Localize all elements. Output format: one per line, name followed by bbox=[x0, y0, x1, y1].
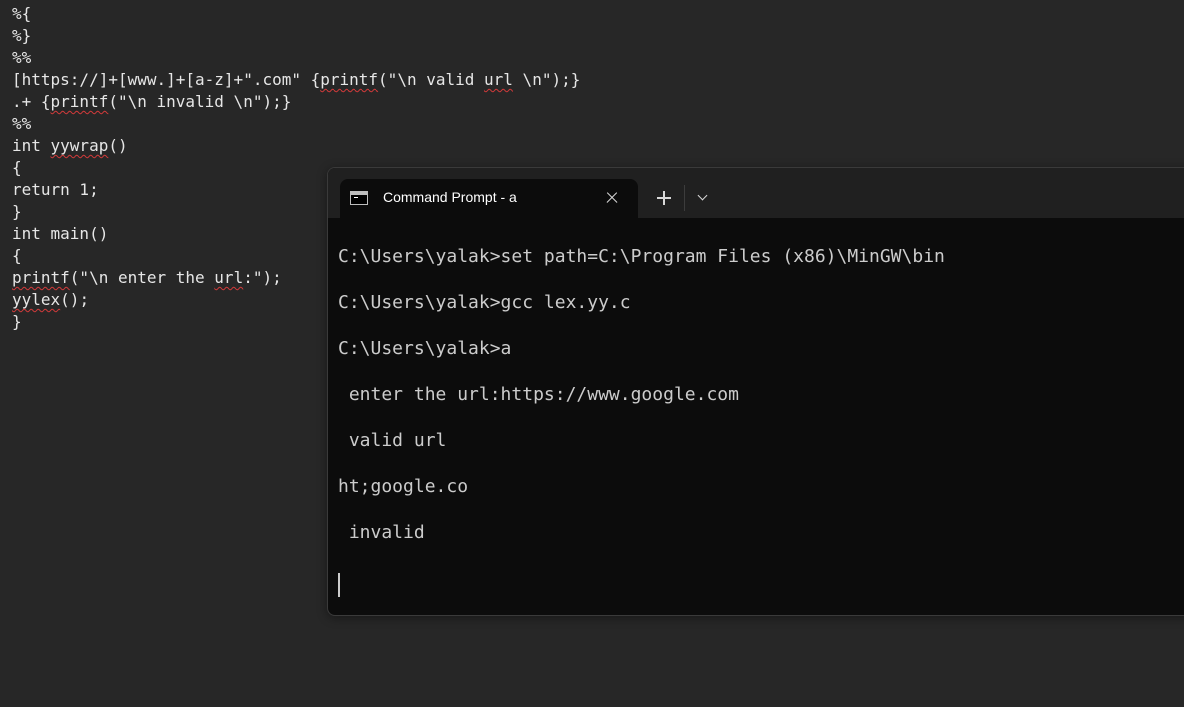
code-token: return 1; bbox=[12, 180, 99, 199]
code-line: %} bbox=[12, 25, 652, 47]
terminal-tab[interactable]: Command Prompt - a bbox=[340, 179, 638, 218]
spellcheck-flagged-word: url bbox=[484, 70, 513, 89]
spellcheck-flagged-word: printf bbox=[320, 70, 379, 89]
terminal-line: ht;google.co bbox=[338, 476, 469, 497]
code-token: [https://]+[www.]+[a-z]+".com" { bbox=[12, 70, 321, 89]
terminal-line: enter the url:https://www.google.com bbox=[338, 384, 739, 405]
code-token: } bbox=[12, 202, 22, 221]
spellcheck-flagged-word: yylex bbox=[12, 290, 61, 309]
code-line: int yywrap() bbox=[12, 135, 652, 157]
spellcheck-flagged-word: yywrap bbox=[50, 136, 109, 155]
terminal-output[interactable]: C:\Users\yalak>set path=C:\Program Files… bbox=[338, 245, 1184, 544]
terminal-line: invalid bbox=[338, 522, 425, 543]
code-token: ("\n invalid \n");} bbox=[108, 92, 292, 111]
command-prompt-window[interactable]: Command Prompt - a C:\Users\yalak>set pa… bbox=[327, 167, 1184, 616]
code-token: ("\n enter the bbox=[69, 268, 215, 287]
spellcheck-flagged-word: printf bbox=[50, 92, 109, 111]
code-line: %{ bbox=[12, 3, 652, 25]
spellcheck-flagged-word: url bbox=[214, 268, 244, 287]
code-token: { bbox=[12, 246, 22, 265]
terminal-line: valid url bbox=[338, 430, 447, 451]
terminal-tab-bar: Command Prompt - a bbox=[328, 168, 1184, 218]
text-cursor bbox=[338, 573, 340, 597]
code-token: \n");} bbox=[512, 70, 581, 89]
close-icon[interactable] bbox=[604, 190, 620, 206]
new-tab-button[interactable] bbox=[655, 189, 673, 207]
code-line: [https://]+[www.]+[a-z]+".com" {printf("… bbox=[12, 69, 652, 91]
code-token: %% bbox=[12, 114, 32, 133]
code-token: } bbox=[12, 312, 22, 331]
code-token: () bbox=[108, 136, 128, 155]
terminal-line: C:\Users\yalak>gcc lex.yy.c bbox=[338, 292, 631, 313]
code-token: ("\n valid bbox=[378, 70, 485, 89]
code-token: %{ bbox=[12, 4, 32, 23]
code-token: :"); bbox=[243, 268, 282, 287]
code-token: int main() bbox=[12, 224, 109, 243]
code-token: { bbox=[12, 158, 22, 177]
code-token: .+ { bbox=[12, 92, 51, 111]
chevron-down-icon[interactable] bbox=[695, 190, 711, 204]
code-line: %% bbox=[12, 113, 652, 135]
tab-bar-divider bbox=[684, 185, 685, 211]
code-token: int bbox=[12, 136, 51, 155]
command-prompt-icon bbox=[350, 191, 368, 205]
code-line: .+ {printf("\n invalid \n");} bbox=[12, 91, 652, 113]
code-token: %} bbox=[12, 26, 32, 45]
spellcheck-flagged-word: printf bbox=[12, 268, 70, 287]
tab-title: Command Prompt - a bbox=[383, 189, 517, 205]
code-token: (); bbox=[60, 290, 90, 309]
code-token: %% bbox=[12, 48, 32, 67]
terminal-line: C:\Users\yalak>set path=C:\Program Files… bbox=[338, 246, 945, 267]
code-line: %% bbox=[12, 47, 652, 69]
terminal-line: C:\Users\yalak>a bbox=[338, 338, 512, 359]
